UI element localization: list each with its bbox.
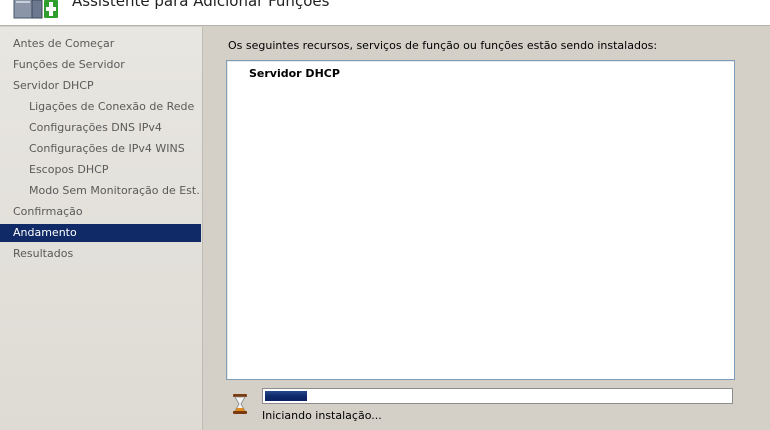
list-item: Servidor DHCP	[249, 67, 340, 80]
progress-page: Os seguintes recursos, serviços de funçã…	[204, 27, 770, 430]
nav-step-configuracoes-dns[interactable]: Configurações DNS IPv4	[0, 119, 201, 137]
nav-step-resultados[interactable]: Resultados	[0, 245, 201, 263]
nav-step-escopos-dhcp[interactable]: Escopos DHCP	[0, 161, 201, 179]
wizard-header: Assistente para Adicionar Funções	[0, 0, 770, 26]
hourglass-icon	[232, 391, 248, 419]
installation-progress-bar	[262, 388, 733, 404]
installing-items-list[interactable]: Servidor DHCP	[226, 60, 735, 380]
nav-step-servidor-dhcp[interactable]: Servidor DHCP	[0, 77, 201, 95]
nav-step-andamento[interactable]: Andamento	[0, 224, 201, 242]
instructions-text: Os seguintes recursos, serviços de funçã…	[228, 39, 658, 52]
nav-step-modo-sem-monitoracao[interactable]: Modo Sem Monitoração de Est...	[0, 182, 201, 200]
progress-status-text: Iniciando instalação...	[262, 409, 382, 422]
nav-step-ligacoes-de-conexao[interactable]: Ligações de Conexão de Rede	[0, 98, 201, 116]
nav-step-funcoes-de-servidor[interactable]: Funções de Servidor	[0, 56, 201, 74]
wizard-title: Assistente para Adicionar Funções	[72, 0, 330, 10]
wizard-steps-sidebar: Antes de Começar Funções de Servidor Ser…	[0, 27, 203, 430]
nav-step-configuracoes-wins[interactable]: Configurações de IPv4 WINS	[0, 140, 201, 158]
progress-fill	[265, 391, 307, 401]
nav-step-confirmacao[interactable]: Confirmação	[0, 203, 201, 221]
nav-step-antes-de-comecar[interactable]: Antes de Começar	[0, 35, 201, 53]
server-add-icon	[12, 0, 60, 20]
